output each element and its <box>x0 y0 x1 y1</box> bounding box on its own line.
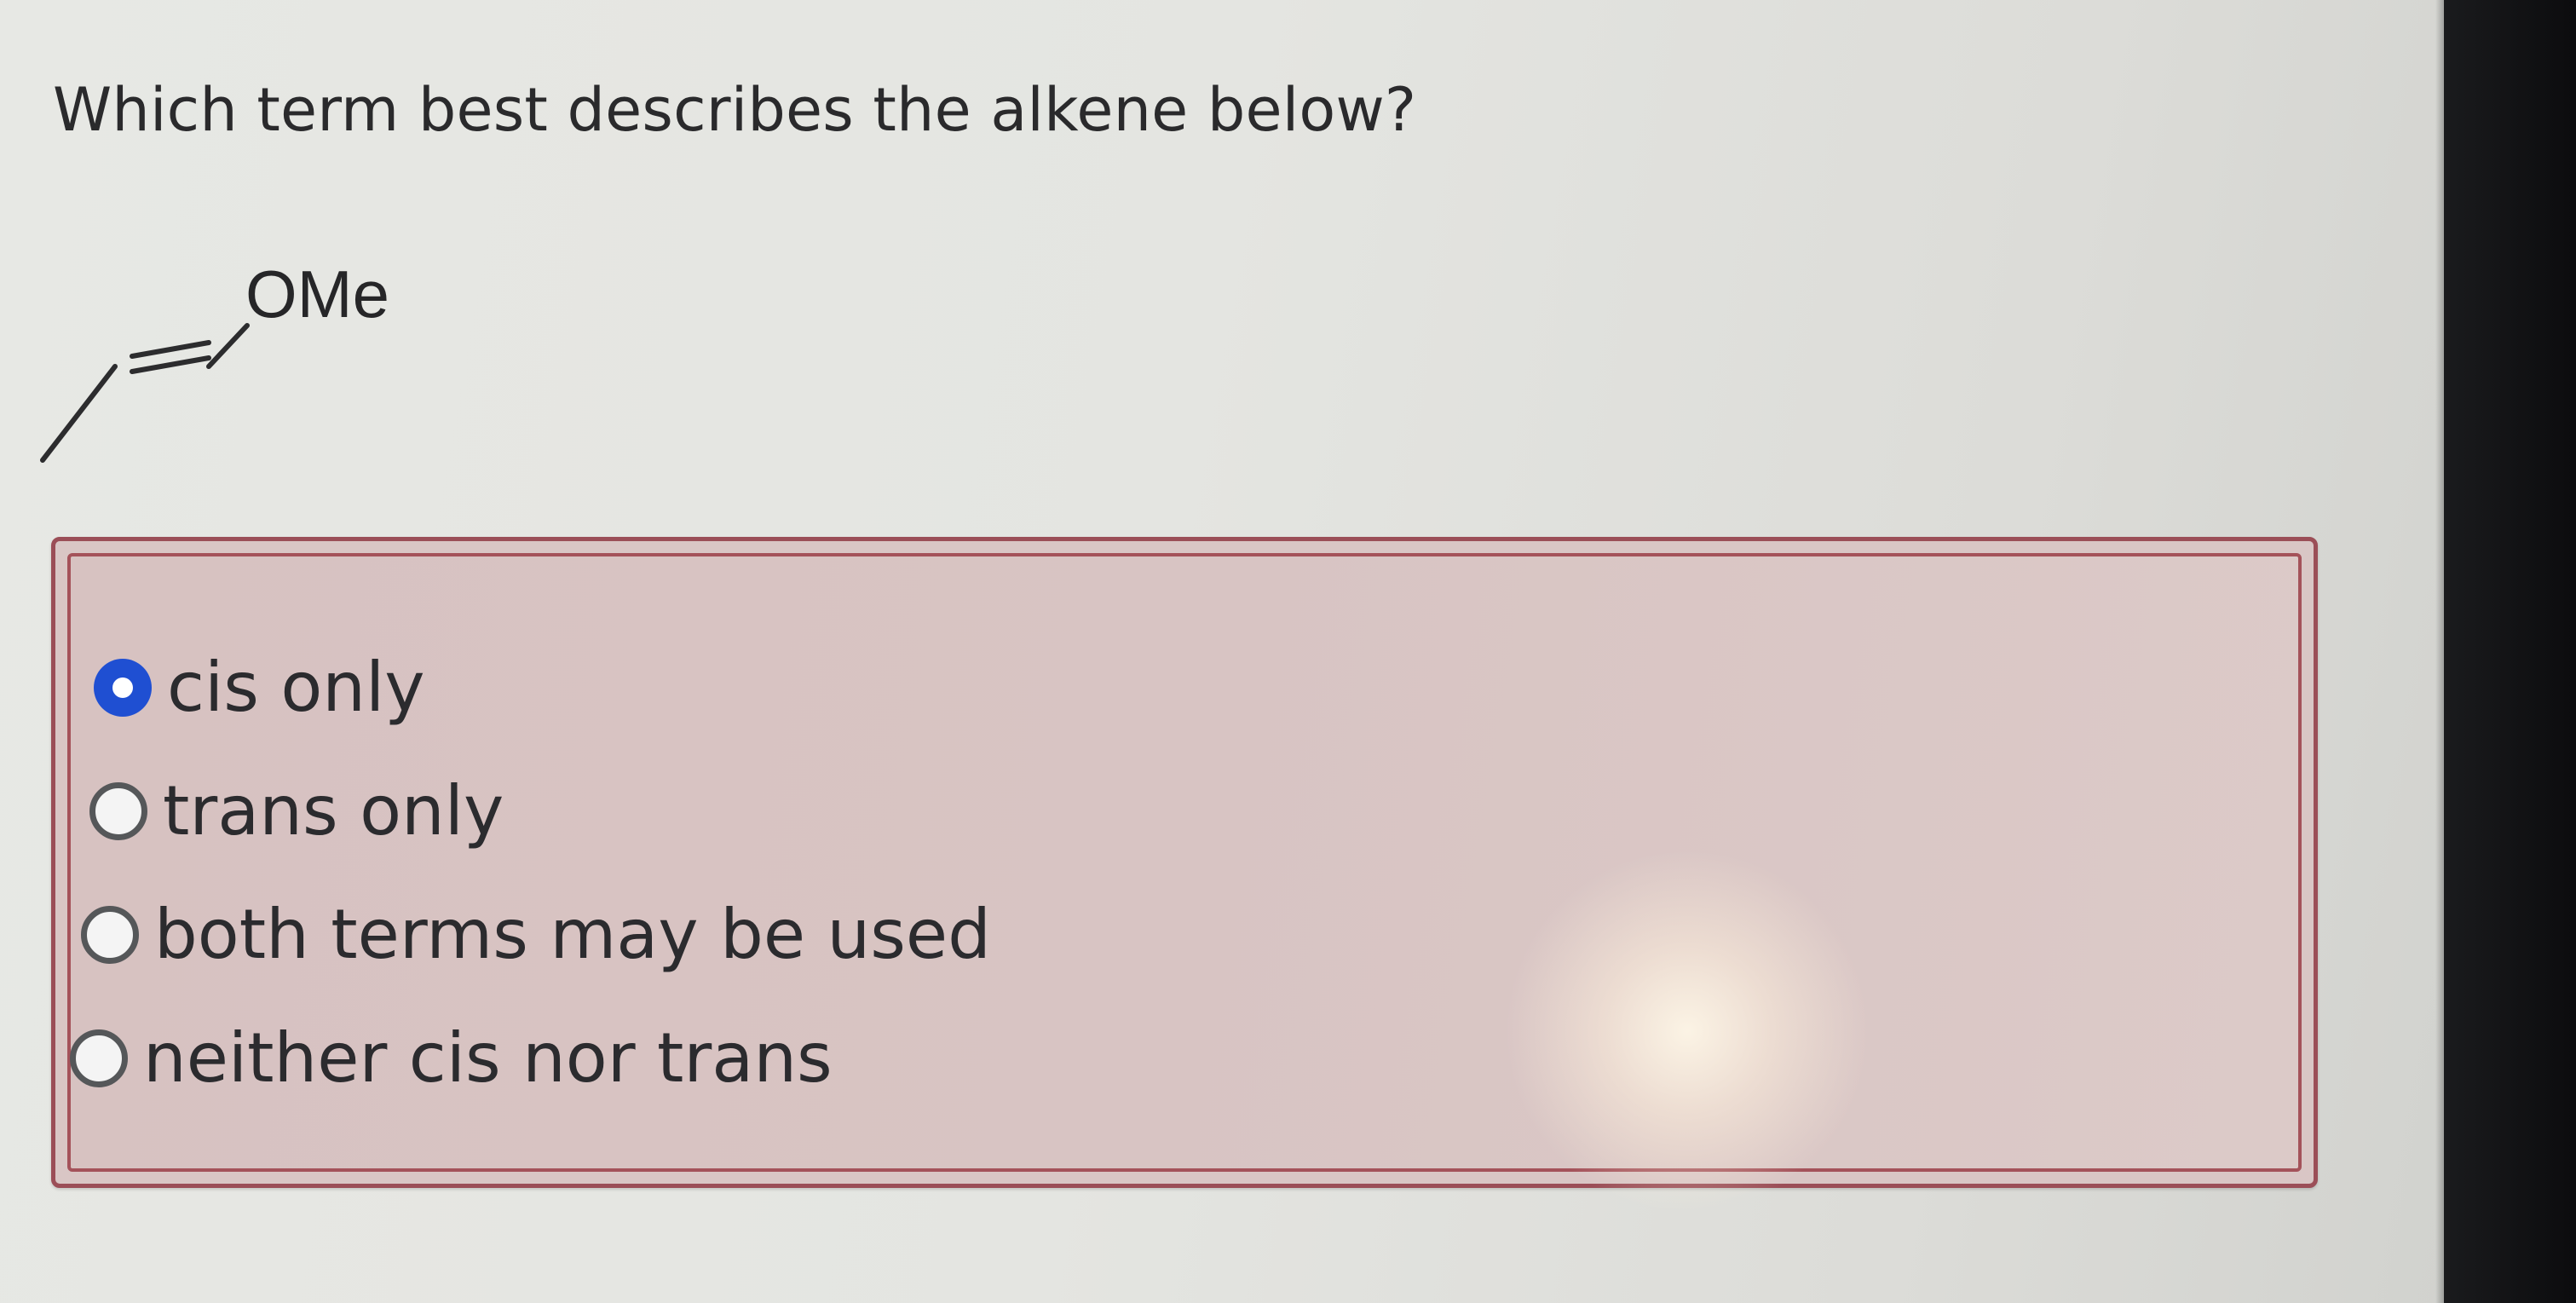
question-text: Which term best describes the alkene bel… <box>53 75 1417 145</box>
ome-label: OMe <box>245 257 389 332</box>
option-label: cis only <box>167 648 425 727</box>
option-trans-only[interactable]: trans only <box>89 771 504 850</box>
radio-button[interactable] <box>89 781 147 840</box>
option-label: both terms may be used <box>154 895 991 974</box>
option-label: neither cis nor trans <box>143 1018 833 1098</box>
bond-double-lower <box>130 355 211 374</box>
radio-button-selected[interactable] <box>94 658 152 717</box>
screen-bezel <box>2435 0 2576 1303</box>
bond-double-upper <box>130 340 211 359</box>
option-neither[interactable]: neither cis nor trans <box>70 1018 833 1098</box>
option-label: trans only <box>163 771 504 850</box>
option-cis-only[interactable]: cis only <box>94 648 425 727</box>
alkene-structure: OMe <box>40 257 389 463</box>
option-both-terms[interactable]: both terms may be used <box>81 895 991 974</box>
bond-single-left <box>40 364 118 463</box>
radio-button[interactable] <box>81 905 139 964</box>
bond-to-oxygen <box>206 323 250 369</box>
radio-button[interactable] <box>70 1029 128 1087</box>
